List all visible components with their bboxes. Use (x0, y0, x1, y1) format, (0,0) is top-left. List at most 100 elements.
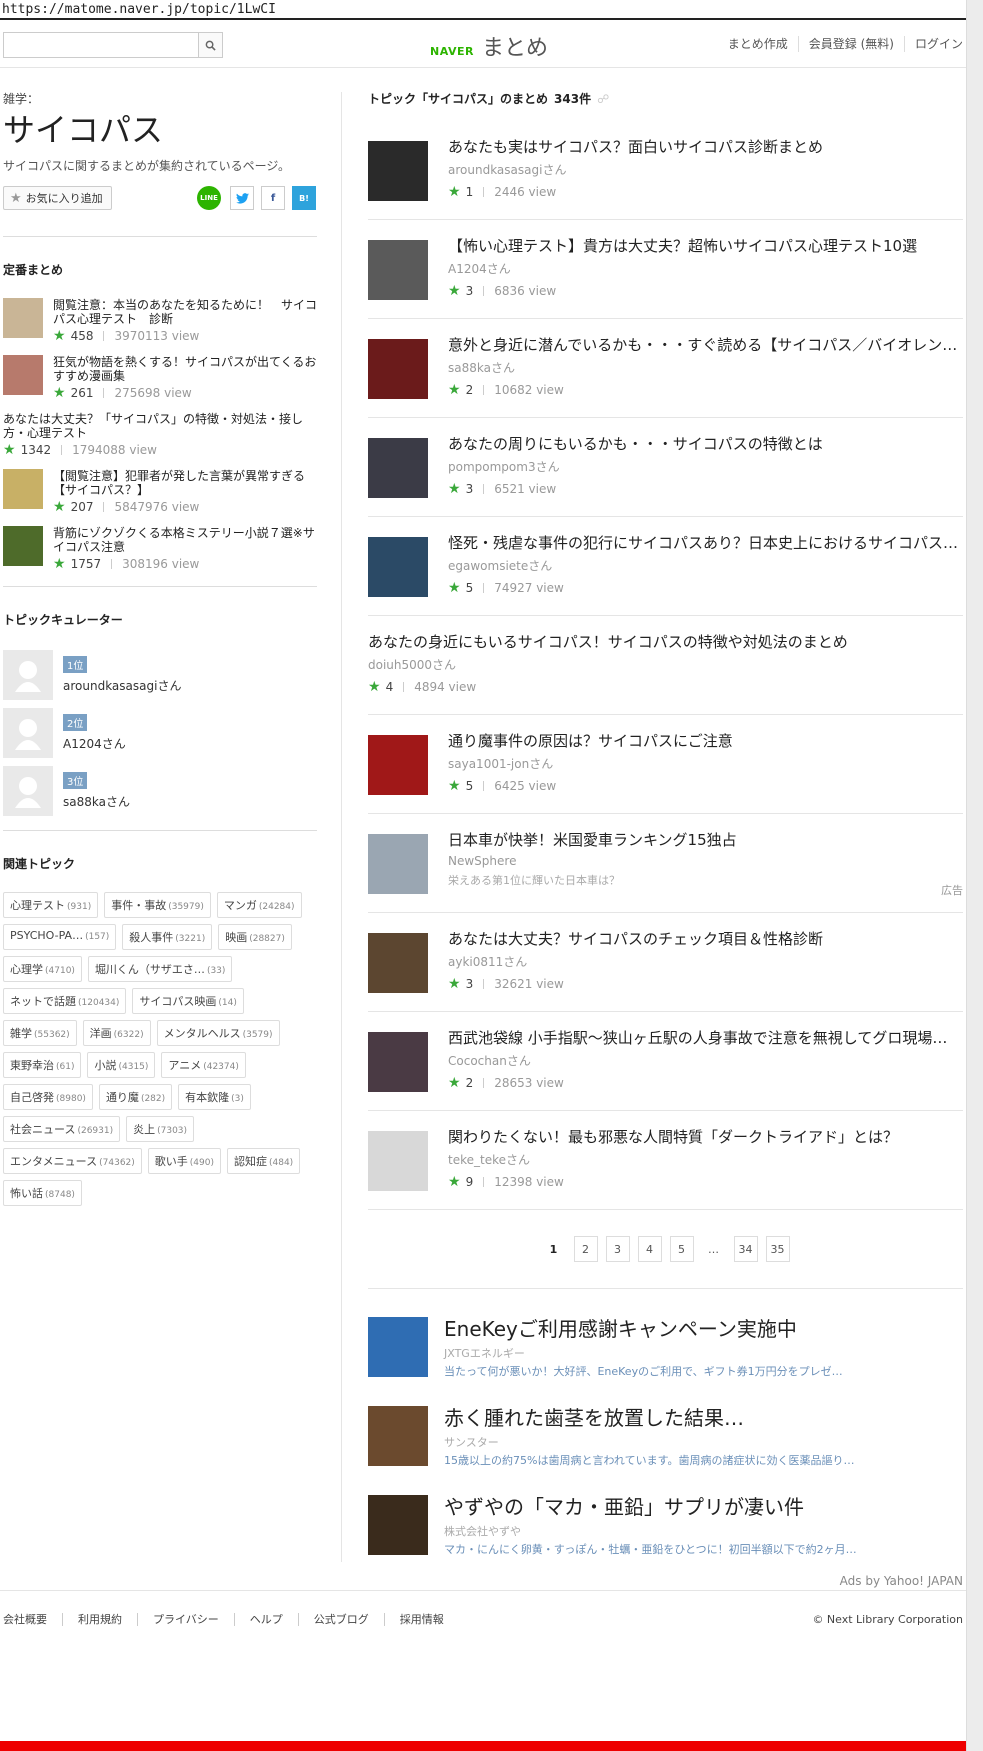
related-tag[interactable]: 東野幸治 (61) (3, 1052, 82, 1078)
thumbnail-image[interactable] (368, 339, 428, 399)
create-matome-link[interactable]: まとめ作成 (718, 36, 798, 52)
facebook-share-button[interactable]: f (261, 186, 285, 210)
thumbnail-image[interactable] (3, 526, 43, 566)
matome-title-link[interactable]: 意外と身近に潜んでいるかも・・・すぐ読める【サイコパス／バイオレン… (448, 335, 963, 355)
author-link[interactable]: saya1001-jonさん (448, 755, 963, 772)
footer-link[interactable]: プライバシー (137, 1613, 234, 1626)
matome-item[interactable]: 通り魔事件の原因は？サイコパスにご注意 saya1001-jonさん ★ 5 6425 … (368, 715, 963, 814)
related-tag[interactable]: メンタルヘルス (3579) (156, 1020, 280, 1046)
related-tag[interactable]: 認知症 (484) (226, 1148, 301, 1174)
rss-icon[interactable]: ☍ (597, 92, 609, 106)
ad-title-link[interactable]: 赤く腫れた歯茎を放置した結果… (444, 1406, 864, 1430)
matome-title-link[interactable]: 【怖い心理テスト】貴方は大丈夫？超怖いサイコパス心理テスト10選 (448, 236, 963, 256)
related-tag[interactable]: 映画 (28827) (218, 924, 292, 950)
add-favorite-button[interactable]: ★ お気に入り追加 (3, 186, 112, 210)
matome-title-link[interactable]: 通り魔事件の原因は？サイコパスにご注意 (448, 731, 963, 751)
ad-title-link[interactable]: やずやの「マカ・亜鉛」サプリが凄い件 (444, 1495, 864, 1519)
thumbnail-image[interactable] (368, 933, 428, 993)
matome-title-link[interactable]: あなたの周りにもいるかも・・・サイコパスの特徴とは (448, 434, 963, 454)
author-link[interactable]: ayki0811さん (448, 953, 963, 970)
matome-item[interactable]: 【怖い心理テスト】貴方は大丈夫？超怖いサイコパス心理テスト10選 A1204さん ★… (368, 220, 963, 319)
related-tag[interactable]: 心理テスト (931) (3, 892, 99, 918)
site-logo[interactable]: NAVER まとめ (430, 30, 548, 61)
page-button[interactable]: 2 (573, 1236, 598, 1262)
related-tag[interactable]: 通り魔 (282) (98, 1084, 173, 1110)
curator-name[interactable]: A1204さん (63, 735, 126, 752)
matome-item[interactable]: 関わりたくない！最も邪悪な人間特質「ダークトライアド」とは？ teke_tekeさ… (368, 1111, 963, 1210)
related-tag[interactable]: 殺人事件 (3221) (122, 924, 213, 950)
ad-item[interactable]: やずやの「マカ・亜鉛」サプリが凄い件 株式会社やずや マカ・にんにく卵黄・すっぽん・… (368, 1495, 963, 1557)
thumbnail-image[interactable] (3, 298, 43, 338)
line-share-button[interactable]: LINE (197, 186, 221, 210)
thumbnail-image[interactable] (368, 240, 428, 300)
matome-title-link[interactable]: あなたも実はサイコパス？面白いサイコパス診断まとめ (448, 137, 963, 157)
author-link[interactable]: teke_tekeさん (448, 1151, 963, 1168)
ad-description[interactable]: マカ・にんにく卵黄・すっぽん・牡蠣・亜鉛をひとつに！初回半額以下で約2ヶ月分… (444, 1541, 864, 1557)
standard-matome-item[interactable]: 【閲覧注意】犯罪者が発した言葉が異常すぎる【サイコパス？】 ★ 207 5847976… (3, 469, 317, 515)
thumbnail-image[interactable] (368, 1131, 428, 1191)
matome-title-link[interactable]: 西武池袋線 小手指駅〜狭山ヶ丘駅の人身事故で注意を無視してグロ現場… (448, 1028, 963, 1048)
related-tag[interactable]: 小説 (4315) (87, 1052, 156, 1078)
author-link[interactable]: sa88kaさん (448, 359, 963, 376)
curator-item[interactable]: 3位 sa88kaさん (3, 766, 317, 816)
related-tag[interactable]: 自己啓発 (8980) (3, 1084, 93, 1110)
matome-item[interactable]: あなたも実はサイコパス？面白いサイコパス診断まとめ aroundkasasagiさ… (368, 121, 963, 220)
footer-link[interactable]: 採用情報 (383, 1613, 459, 1626)
twitter-share-button[interactable] (230, 186, 254, 210)
related-tag[interactable]: 洋画 (6322) (82, 1020, 151, 1046)
footer-link[interactable]: 公式ブログ (297, 1613, 384, 1626)
matome-title-link[interactable]: 日本車が快挙！米国愛車ランキング15独占 (448, 830, 963, 850)
author-link[interactable]: Cocochanさん (448, 1052, 963, 1069)
topic-category[interactable]: 雑学： (3, 90, 317, 107)
page-button[interactable]: 3 (605, 1236, 630, 1262)
related-tag[interactable]: 堀川くん（サザエさ… (33) (87, 956, 233, 982)
related-tag[interactable]: PSYCHO-PA… (157) (3, 924, 117, 950)
related-tag[interactable]: 社会ニュース (26931) (3, 1116, 121, 1142)
related-tag[interactable]: 炎上 (7303) (126, 1116, 195, 1142)
login-link[interactable]: ログイン (903, 36, 963, 52)
ad-image[interactable] (368, 1495, 428, 1555)
ad-title-link[interactable]: EneKeyご利用感謝キャンペーン実施中 (444, 1317, 864, 1341)
curator-item[interactable]: 1位 aroundkasasagiさん (3, 650, 317, 700)
curator-name[interactable]: aroundkasasagiさん (63, 677, 181, 694)
related-tag[interactable]: 心理学 (4710) (3, 956, 82, 982)
page-button[interactable]: 34 (733, 1236, 758, 1262)
standard-matome-title[interactable]: 背筋にゾクゾクくる本格ミステリー小説７選※サイコパス注意 (53, 526, 317, 554)
curator-item[interactable]: 2位 A1204さん (3, 708, 317, 758)
author-link[interactable]: NewSphere (448, 854, 963, 868)
related-tag[interactable]: 事件・事故 (35979) (104, 892, 211, 918)
avatar[interactable] (3, 766, 53, 816)
scrollbar[interactable] (966, 0, 983, 1751)
related-tag[interactable]: 歌い手 (490) (147, 1148, 221, 1174)
ad-item[interactable]: EneKeyご利用感謝キャンペーン実施中 JXTGエネルギー 当たって何が悪いか！大… (368, 1317, 963, 1379)
matome-item[interactable]: あなたの身近にもいるサイコパス！サイコパスの特徴や対処法のまとめ doiuh500… (368, 616, 963, 715)
footer-link[interactable]: 利用規約 (62, 1613, 137, 1626)
sponsored-item[interactable]: 日本車が快挙！米国愛車ランキング15独占 NewSphere 栄えある第1位に輝いた… (368, 814, 963, 913)
ad-description[interactable]: 15歳以上の約75%は歯周病と言われています。歯周病の諸症状に効く医薬品謳り… (444, 1452, 864, 1468)
ad-description[interactable]: 当たって何が悪いか！大好評、EneKeyのご利用で、ギフト券1万円分をプレゼ… (444, 1363, 864, 1379)
matome-title-link[interactable]: 怪死・残虐な事件の犯行にサイコパスあり？日本史上におけるサイコパス… (448, 533, 963, 553)
footer-link[interactable]: 会社概要 (3, 1613, 62, 1626)
matome-item[interactable]: 西武池袋線 小手指駅〜狭山ヶ丘駅の人身事故で注意を無視してグロ現場… Cococh… (368, 1012, 963, 1111)
standard-matome-item[interactable]: あなたは大丈夫？「サイコパス」の特徴・対処法・接し方・心理テスト ★ 1342 179… (3, 412, 317, 458)
thumbnail-image[interactable] (3, 355, 43, 395)
thumbnail-image[interactable] (368, 735, 428, 795)
matome-title-link[interactable]: あなたは大丈夫？サイコパスのチェック項目＆性格診断 (448, 929, 963, 949)
standard-matome-item[interactable]: 閲覧注意：本当のあなたを知るために！ サイコパス心理テスト 診断 ★ 458 3970… (3, 298, 317, 344)
ad-image[interactable] (368, 1406, 428, 1466)
author-link[interactable]: pompompom3さん (448, 458, 963, 475)
matome-title-link[interactable]: 関わりたくない！最も邪悪な人間特質「ダークトライアド」とは？ (448, 1127, 963, 1147)
related-tag[interactable]: サイコパス映画 (14) (132, 988, 244, 1014)
matome-item[interactable]: あなたの周りにもいるかも・・・サイコパスの特徴とは pompompom3さん ★ 3 6… (368, 418, 963, 517)
register-link[interactable]: 会員登録 (無料) (797, 36, 904, 52)
hatena-share-button[interactable]: B! (292, 186, 316, 210)
thumbnail-image[interactable] (368, 537, 428, 597)
search-button[interactable] (198, 33, 222, 57)
standard-matome-title[interactable]: 狂気が物語を熱くする！サイコパスが出てくるおすすめ漫画集 (53, 355, 317, 383)
search-input[interactable] (4, 33, 198, 57)
avatar[interactable] (3, 708, 53, 758)
page-button[interactable]: 5 (669, 1236, 694, 1262)
matome-item[interactable]: あなたは大丈夫？サイコパスのチェック項目＆性格診断 ayki0811さん ★ 3 326… (368, 913, 963, 1012)
standard-matome-item[interactable]: 狂気が物語を熱くする！サイコパスが出てくるおすすめ漫画集 ★ 261 275698 v… (3, 355, 317, 401)
author-link[interactable]: doiuh5000さん (368, 656, 963, 673)
